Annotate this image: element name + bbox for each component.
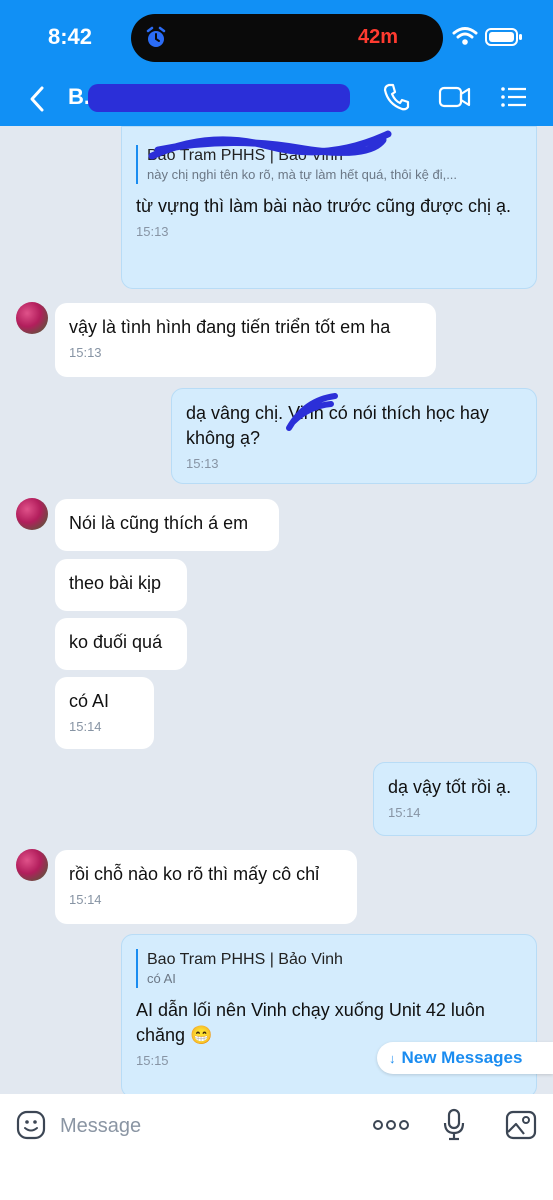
- message-time: 15:14: [69, 892, 102, 907]
- message-bubble-outgoing[interactable]: Bao Tram PHHS | Bảo Vinh này chị nghi tê…: [121, 126, 537, 289]
- island-timer: 42m: [358, 26, 399, 48]
- more-dots-icon[interactable]: [372, 1118, 410, 1132]
- phone-icon[interactable]: [382, 82, 410, 112]
- message-text: rồi chỗ nào ko rõ thì mấy cô chỉ: [69, 864, 320, 884]
- chat-header: 8:42 42m B...: [0, 0, 553, 126]
- emoji-face-icon[interactable]: [16, 1110, 46, 1140]
- message-text: theo bài kịp: [69, 573, 162, 593]
- message-time: 15:13: [186, 456, 219, 471]
- message-text: dạ vậy tốt rồi ạ.: [388, 777, 512, 797]
- message-text: có AI: [69, 691, 110, 711]
- avatar[interactable]: [16, 498, 48, 530]
- message-input[interactable]: Message: [60, 1115, 141, 1138]
- quote-text: này chị nghi tên ko rõ, mà tự làm hết qu…: [147, 167, 458, 182]
- message-time: 15:14: [69, 719, 102, 734]
- quote-sender: Bao Tram PHHS | Bảo Vinh: [147, 147, 343, 164]
- message-bubble-outgoing[interactable]: dạ vậy tốt rồi ạ. 15:14: [373, 762, 537, 836]
- microphone-icon[interactable]: [442, 1108, 466, 1142]
- message-input-bar: Message: [0, 1094, 553, 1200]
- message-bubble-incoming[interactable]: Nói là cũng thích á em: [55, 499, 279, 551]
- message-text: dạ vâng chị. Vinh có nói thích học hay k…: [186, 403, 489, 448]
- wifi-icon: [452, 27, 478, 45]
- message-time: 15:14: [388, 805, 421, 820]
- message-text: vậy là tình hình đang tiến triển tốt em …: [69, 317, 391, 337]
- message-bubble-incoming[interactable]: vậy là tình hình đang tiến triển tốt em …: [55, 303, 436, 377]
- message-text: từ vựng thì làm bài nào trước cũng được …: [136, 196, 511, 216]
- redaction-scribble: [88, 84, 350, 112]
- message-text: ko đuối quá: [69, 632, 163, 652]
- battery-icon: [485, 28, 522, 46]
- list-icon[interactable]: [500, 82, 528, 112]
- reply-quote[interactable]: Bao Tram PHHS | Bảo Vinh có AI: [136, 949, 522, 988]
- double-chevron-down-icon: ↓: [389, 1051, 396, 1066]
- image-icon[interactable]: [505, 1110, 537, 1140]
- message-text: AI dẫn lối nên Vinh chạy xuống Unit 42 l…: [136, 1000, 485, 1045]
- message-bubble-outgoing[interactable]: dạ vâng chị. Vinh có nói thích học hay k…: [171, 388, 537, 484]
- message-bubble-incoming[interactable]: theo bài kịp: [55, 559, 187, 611]
- message-bubble-incoming[interactable]: có AI 15:14: [55, 677, 154, 749]
- alarm-icon: [146, 26, 166, 47]
- message-text: Nói là cũng thích á em: [69, 513, 249, 533]
- dynamic-island: 42m: [131, 14, 443, 62]
- new-messages-label: New Messages: [401, 1048, 523, 1067]
- message-bubble-incoming[interactable]: ko đuối quá: [55, 618, 187, 670]
- reply-quote[interactable]: Bao Tram PHHS | Bảo Vinh này chị nghi tê…: [136, 145, 522, 184]
- quote-sender: Bao Tram PHHS | Bảo Vinh: [147, 951, 343, 968]
- avatar[interactable]: [16, 302, 48, 334]
- chevron-left-icon[interactable]: [28, 85, 46, 113]
- message-bubble-incoming[interactable]: rồi chỗ nào ko rõ thì mấy cô chỉ 15:14: [55, 850, 357, 924]
- message-time: 15:13: [69, 345, 102, 360]
- status-time: 8:42: [48, 24, 93, 49]
- new-messages-button[interactable]: ↓ New Messages: [377, 1042, 553, 1074]
- video-camera-icon[interactable]: [438, 82, 472, 112]
- avatar[interactable]: [16, 849, 48, 881]
- message-time: 15:13: [136, 224, 169, 239]
- quote-text: có AI: [147, 971, 176, 986]
